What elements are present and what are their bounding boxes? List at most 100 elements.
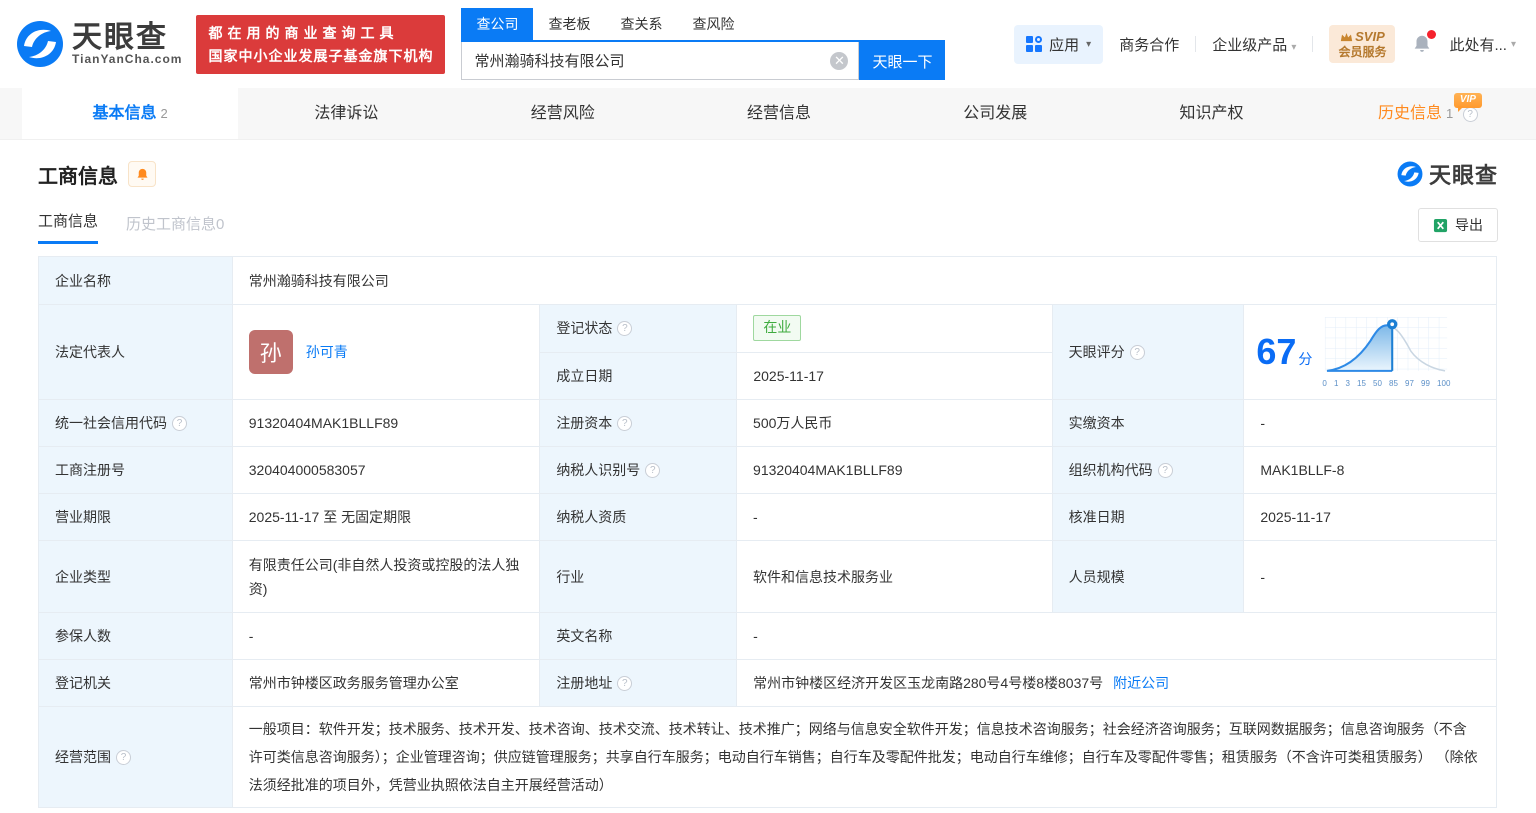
watermark-text: 天眼查: [1428, 163, 1498, 188]
account-menu[interactable]: 此处有... ▾: [1449, 34, 1516, 55]
help-icon[interactable]: ?: [172, 415, 187, 431]
help-icon[interactable]: ?: [617, 320, 633, 336]
tab-company-development-label: 公司发展: [963, 105, 1028, 122]
english-name-value: -: [737, 613, 1496, 659]
score-number: 67: [1256, 331, 1297, 372]
industry-label: 行业: [540, 541, 738, 612]
help-icon[interactable]: ?: [116, 749, 131, 765]
table-row: 法定代表人 孙 孙可青 登记状态 ? 在业 成立日期 2025-11-17 天眼…: [39, 305, 1497, 400]
help-icon[interactable]: ?: [617, 675, 633, 691]
insured-count-label: 参保人数: [39, 613, 233, 659]
company-page-tabs: 基本信息 2 法律诉讼 经营风险 经营信息 公司发展 知识产权 VIP 历史信息 1…: [0, 88, 1536, 140]
reg-status-value: 在业: [737, 305, 1052, 352]
tab-history-info-count: 1: [1445, 106, 1454, 121]
tab-history-info-label: 历史信息: [1377, 105, 1442, 122]
table-row: 企业名称 常州瀚骑科技有限公司: [39, 257, 1496, 305]
section-title: 工商信息: [38, 165, 118, 188]
monitor-bell-button[interactable]: [128, 161, 156, 187]
company-type-value: 有限责任公司(非自然人投资或控股的法人独资): [232, 541, 541, 612]
company-name-label: 企业名称: [39, 257, 233, 304]
search-tab-risk[interactable]: 查风险: [677, 8, 749, 40]
help-icon[interactable]: ?: [645, 462, 661, 478]
avatar[interactable]: 孙: [248, 330, 293, 374]
legal-rep-link[interactable]: 孙可青: [306, 342, 348, 362]
table-row: 企业类型 有限责任公司(非自然人投资或控股的法人独资) 行业 软件和信息技术服务…: [39, 541, 1496, 613]
subtab-history-business-info[interactable]: 历史工商信息0: [126, 213, 224, 244]
notifications-button[interactable]: [1411, 30, 1437, 55]
table-row: 经营范围? 一般项目：软件开发；技术服务、技术开发、技术咨询、技术交流、技术转让…: [39, 707, 1496, 808]
header-nav: 应用 ▾ 商务合作 企业级产品 ▾ SVIP 会员服务 此处有... ▾: [1014, 24, 1516, 64]
tianyancha-logo-icon: [1397, 161, 1423, 187]
nav-cooperation[interactable]: 商务合作: [1119, 34, 1179, 55]
reg-capital-value: 500万人民币: [737, 400, 1053, 446]
search-tab-relation[interactable]: 查关系: [605, 8, 677, 40]
score-label: 天眼评分 ?: [1052, 305, 1245, 399]
tab-operation-risk[interactable]: 经营风险: [455, 88, 671, 139]
divider: [1312, 36, 1314, 52]
tab-legal-litigation[interactable]: 法律诉讼: [238, 88, 454, 139]
nearby-companies-link[interactable]: 附近公司: [1113, 673, 1169, 693]
tab-basic-info[interactable]: 基本信息 2: [22, 88, 239, 139]
reg-capital-label: 注册资本?: [540, 400, 738, 446]
apps-button[interactable]: 应用 ▾: [1014, 24, 1104, 64]
registered-address-value: 常州市钟楼区经济开发区玉龙南路280号4号楼8楼8037号 附近公司: [737, 660, 1496, 706]
slogan-banner: 都在用的商业查询工具 国家中小企业发展子基金旗下机构: [196, 14, 446, 74]
table-row: 营业期限 2025-11-17 至 无固定期限 纳税人资质 - 核准日期 202…: [39, 494, 1496, 541]
legal-rep-value: 孙 孙可青: [232, 305, 541, 399]
business-info-table: 企业名称 常州瀚骑科技有限公司 法定代表人 孙 孙可青 登记状态 ? 在业 成立…: [38, 256, 1497, 808]
search-button[interactable]: 天眼一下: [859, 42, 946, 80]
nav-enterprise[interactable]: 企业级产品 ▾: [1212, 34, 1296, 55]
export-button[interactable]: 导出: [1418, 208, 1498, 242]
tianyancha-logo-icon: [17, 21, 63, 67]
status-badge: 在业: [753, 315, 802, 342]
tab-operation-info[interactable]: 经营信息: [671, 88, 887, 139]
taxpayer-quality-value: -: [737, 494, 1053, 540]
help-icon[interactable]: ?: [617, 415, 633, 431]
credit-code-value: 91320404MAK1BLLF89: [232, 400, 541, 446]
tab-company-development[interactable]: 公司发展: [887, 88, 1103, 139]
registry-authority-label: 登记机关: [39, 660, 233, 706]
status-date-column: 登记状态 ? 在业 成立日期 2025-11-17: [540, 305, 1053, 399]
staff-size-label: 人员规模: [1052, 541, 1245, 612]
score-value: 67 分 0 1 3 15 50 85 97 99 100: [1244, 305, 1497, 399]
help-icon[interactable]: ?: [1462, 107, 1478, 122]
notification-dot: [1427, 30, 1437, 39]
tianyancha-logo[interactable]: 天眼查 TianYanCha.com: [16, 20, 182, 68]
subtab-business-info[interactable]: 工商信息: [38, 210, 99, 244]
tab-intellectual-property[interactable]: 知识产权: [1103, 88, 1319, 139]
tab-operation-risk-label: 经营风险: [530, 105, 595, 122]
slogan-line2: 国家中小企业发展子基金旗下机构: [208, 47, 434, 64]
search-tab-company[interactable]: 查公司: [461, 8, 534, 40]
svip-sublabel: 会员服务: [1338, 44, 1387, 59]
score-distribution-chart: 0 1 3 15 50 85 97 99 100: [1322, 316, 1450, 388]
main-content: 工商信息 天眼查 工商信息 历史工商信息0 导出 企业名称 常州瀚骑科技有限公司…: [0, 158, 1536, 808]
search-tabs: 查公司 查老板 查关系 查风险: [461, 8, 946, 42]
table-row: 参保人数 - 英文名称 -: [39, 613, 1496, 660]
crown-icon: [1340, 32, 1353, 41]
svip-button[interactable]: SVIP 会员服务: [1329, 25, 1396, 63]
business-term-label: 营业期限: [39, 494, 233, 540]
excel-icon: [1433, 218, 1448, 232]
chevron-down-icon: ▾: [1291, 41, 1297, 53]
score-unit: 分: [1298, 351, 1313, 367]
search-tab-boss[interactable]: 查老板: [533, 8, 605, 40]
search-input[interactable]: [462, 42, 859, 79]
watermark-logo: 天眼查: [1397, 158, 1498, 190]
company-type-label: 企业类型: [39, 541, 233, 612]
chevron-down-icon: ▾: [1086, 38, 1092, 50]
divider: [1195, 36, 1197, 52]
business-scope-label: 经营范围?: [39, 707, 233, 807]
business-scope-value: 一般项目：软件开发；技术服务、技术开发、技术咨询、技术交流、技术转让、技术推广；…: [232, 707, 1496, 807]
help-icon[interactable]: ?: [1157, 462, 1173, 478]
chevron-down-icon: ▾: [1510, 38, 1516, 50]
vip-badge: VIP: [1453, 93, 1482, 112]
svip-label: SVIP: [1355, 29, 1385, 44]
tab-operation-info-label: 经营信息: [746, 105, 811, 122]
top-bar: 天眼查 TianYanCha.com 都在用的商业查询工具 国家中小企业发展子基…: [0, 0, 1536, 88]
reg-status-label: 登记状态 ?: [540, 305, 738, 352]
help-icon[interactable]: ?: [1129, 344, 1145, 360]
establish-date-value: 2025-11-17: [737, 352, 1052, 399]
score-label-text: 天眼评分: [1068, 344, 1125, 360]
brand-domain: TianYanCha.com: [72, 52, 183, 67]
tab-history-info[interactable]: VIP 历史信息 1 ?: [1320, 88, 1536, 139]
